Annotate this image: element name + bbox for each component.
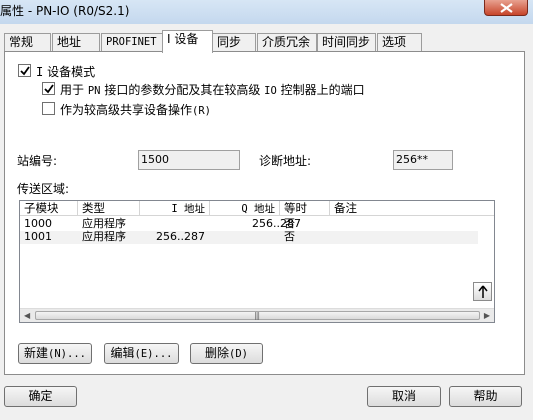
edit-button-shortcut: (E)... [134, 348, 173, 360]
i-address-header-text: I 地址 [171, 203, 205, 215]
cell-submodule: 1001 [24, 230, 52, 243]
delete-button-label: 删除 [205, 346, 230, 360]
text-post: 控制器上的端口 [280, 83, 365, 97]
list-header: 子模块 类型 I 地址 Q 地址 等时 备注 [20, 201, 494, 216]
window-title: 属性 - PN-IO (R0/S2.1) [0, 4, 130, 18]
properties-dialog: 属性 - PN-IO (R0/S2.1) 常规 地址 PROFINET I 设备… [0, 0, 533, 420]
station-number-value: 1500 [141, 153, 169, 166]
column-header-i-address[interactable]: I 地址 [140, 201, 210, 216]
column-header-isochronous[interactable]: 等时 [280, 201, 330, 216]
tab-options[interactable]: 选项 [377, 33, 422, 52]
help-button[interactable]: 帮助 [449, 386, 522, 407]
shared-device-text: 作为较高级共享设备操作 [60, 103, 193, 117]
tab-label: 常规 [9, 35, 34, 49]
shared-device-checkbox[interactable] [42, 102, 55, 115]
new-button[interactable]: 新建(N)... [18, 343, 92, 364]
edit-button[interactable]: 编辑(E)... [104, 343, 179, 364]
tab-label: 同步 [217, 35, 242, 49]
transfer-area-list[interactable]: 子模块 类型 I 地址 Q 地址 等时 备注 1000 应用程序 256..28… [19, 200, 495, 323]
cell-type: 应用程序 [82, 217, 126, 230]
cancel-button[interactable]: 取消 [367, 386, 441, 407]
tab-sync[interactable]: 同步 [212, 33, 256, 52]
title-bar[interactable]: 属性 - PN-IO (R0/S2.1) [0, 0, 533, 24]
text-pn: PN [87, 85, 101, 97]
triangle-left-icon[interactable]: ◀ [24, 311, 30, 320]
cell-submodule: 1000 [24, 217, 52, 230]
cell-isochronous: 否 [284, 230, 295, 243]
tab-label: 地址 [57, 35, 82, 49]
cell-isochronous: 否 [284, 217, 295, 230]
new-button-shortcut: (N)... [48, 348, 86, 360]
text-pre: 用于 [60, 83, 85, 97]
text-mid: 接口的参数分配及其在较高级 [104, 83, 261, 97]
tab-page-i-device: I 设备模式 用于 PN 接口的参数分配及其在较高级 IO 控制器上的端口 作为… [4, 51, 525, 375]
shared-device-shortcut: (R) [192, 105, 211, 117]
cell-type: 应用程序 [82, 230, 126, 243]
station-number-label: 站编号: [17, 154, 58, 168]
horizontal-scrollbar[interactable]: ◀ ||| ▶ [20, 308, 494, 322]
i-device-mode-checkbox[interactable] [18, 64, 31, 77]
tab-label: 时间同步 [322, 35, 371, 49]
transfer-area-label: 传送区域: [17, 182, 70, 196]
diag-address-label: 诊断地址: [259, 154, 312, 168]
i-prefix: I [36, 65, 44, 79]
table-row[interactable]: 1001 应用程序 256..287 否 [20, 231, 478, 244]
shared-device-label: 作为较高级共享设备操作(R) [60, 101, 211, 118]
ok-button[interactable]: 确定 [4, 386, 77, 407]
tab-label: 介质冗余 [262, 35, 311, 49]
tab-general[interactable]: 常规 [4, 33, 51, 52]
arrow-up-icon [478, 285, 488, 298]
diag-address-field[interactable]: 256** [393, 150, 453, 170]
diag-address-value: 256** [396, 153, 428, 166]
column-header-type[interactable]: 类型 [78, 201, 140, 216]
tab-time-sync[interactable]: 时间同步 [317, 33, 376, 52]
i-device-mode-label: I 设备模式 [36, 63, 95, 80]
column-header-comment[interactable]: 备注 [330, 201, 494, 216]
tab-label: 选项 [382, 35, 407, 49]
triangle-right-icon[interactable]: ▶ [484, 311, 490, 320]
tab-label: I 设备 [167, 32, 199, 46]
checkmark-icon [20, 66, 30, 76]
column-header-q-address[interactable]: Q 地址 [210, 201, 280, 216]
edit-button-label: 编辑 [110, 346, 135, 360]
q-address-header-text: Q 地址 [241, 203, 275, 215]
new-button-label: 新建 [24, 346, 49, 360]
grip-icon: ||| [254, 311, 260, 320]
cell-i-address: 256..287 [156, 230, 205, 243]
delete-button-shortcut: (D) [229, 348, 248, 360]
tab-i-device[interactable]: I 设备 [162, 30, 213, 53]
column-header-submodule[interactable]: 子模块 [20, 201, 78, 216]
close-button[interactable] [484, 0, 528, 16]
text-io: IO [264, 85, 277, 97]
station-number-field[interactable]: 1500 [138, 150, 240, 170]
param-assign-checkbox[interactable] [42, 82, 55, 95]
tab-profinet[interactable]: PROFINET [101, 33, 163, 52]
move-up-button[interactable] [473, 282, 492, 301]
tab-label: PROFINET [106, 36, 157, 48]
param-assign-label: 用于 PN 接口的参数分配及其在较高级 IO 控制器上的端口 [60, 81, 365, 98]
tab-strip: 常规 地址 PROFINET I 设备 同步 介质冗余 时间同步 选项 [4, 30, 524, 53]
i-device-mode-text: 设备模式 [47, 65, 96, 79]
delete-button[interactable]: 删除(D) [190, 343, 263, 364]
close-icon [500, 3, 513, 13]
tab-address[interactable]: 地址 [52, 33, 100, 52]
checkmark-icon [44, 84, 54, 94]
scrollbar-thumb[interactable]: ||| [35, 311, 480, 320]
tab-media-redundancy[interactable]: 介质冗余 [257, 33, 317, 52]
